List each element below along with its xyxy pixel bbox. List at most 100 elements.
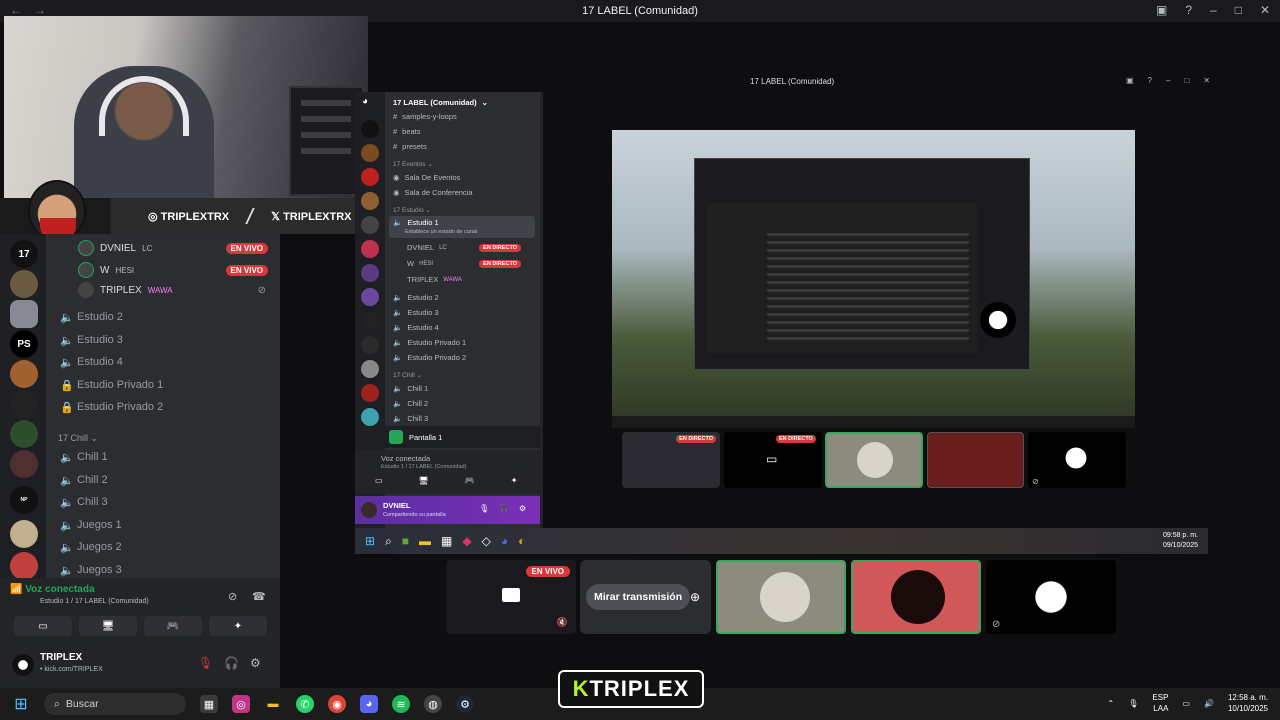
screen-share-icon[interactable]: 🖥 [419,476,429,485]
channel-estudio-3[interactable]: 🔈 Estudio 3 [393,308,439,317]
channel-chill-2[interactable]: 🔈 Chill 2 [393,399,428,408]
camera-button[interactable]: ▭ [14,616,72,636]
mic-icon[interactable]: 🎙 [479,504,489,513]
channel-estudio-2[interactable]: 🔈 Estudio 2 [393,293,439,302]
watch-stream-button[interactable]: Mirar transmisión [586,584,691,610]
screen-share-button[interactable]: 🖥 [79,616,137,636]
user-avatar[interactable] [361,502,377,518]
channel-chill-3[interactable]: 🔈 Chill 3 [60,492,108,512]
instagram-icon[interactable]: ◎ [232,695,250,713]
soundboard-button[interactable]: ✦ [209,616,267,636]
channel-estudio-4[interactable]: 🔈 Estudio 4 [60,352,123,372]
channel-chill-1[interactable]: 🔈 Chill 1 [60,447,108,467]
inner-voice-user-dvniel[interactable]: DVNIEL LC EN DIRECTO [407,243,527,252]
maximize-icon[interactable]: □ [1235,3,1242,17]
inbox-icon[interactable]: ▣ [1156,3,1167,17]
whatsapp-icon[interactable]: ✆ [296,695,314,713]
noise-suppression-icon[interactable]: ⊘ [228,590,237,603]
minimize-icon[interactable]: – [1166,76,1170,85]
steam-icon[interactable]: ⚙ [456,695,474,713]
discord-icon[interactable]: ◕ [360,695,378,713]
bottom-tile-dvniel[interactable] [716,560,846,634]
server-icon[interactable] [361,120,379,138]
channel-status[interactable]: Establece un estado de canal [405,229,477,235]
soundboard-icon[interactable]: ✦ [511,476,518,485]
channel-juegos-2[interactable]: 🔈 Juegos 2 [60,537,122,557]
voice-user-dvniel[interactable]: DVNIEL LC EN VIVO [78,238,278,258]
channel-chill-1[interactable]: 🔈 Chill 1 [393,384,428,393]
participant-tile-stream[interactable]: EN DIRECTO [622,432,720,488]
folder-icon[interactable]: ▬ [419,534,431,548]
activities-button[interactable]: 🎮 [144,616,202,636]
close-icon[interactable]: ✕ [1260,3,1270,17]
minimize-icon[interactable]: – [1210,3,1217,17]
channel-estudio-1[interactable]: 🔈 Estudio 1 [393,218,439,227]
server-icon[interactable] [361,168,379,186]
minecraft-icon[interactable]: ■ [402,534,409,548]
maximize-icon[interactable]: □ [1184,76,1189,85]
voice-user-w[interactable]: W HESI EN VIVO [78,260,278,280]
voice-user-triplex[interactable]: TRIPLEX WAWA ⊘ [78,280,278,300]
channel-juegos-1[interactable]: 🔈 Juegos 1 [60,515,122,535]
server-icon-5[interactable] [10,360,38,388]
inbox-icon[interactable]: ▣ [1126,76,1134,85]
participant-tile-triplex[interactable]: ⊘ [1028,432,1126,488]
server-icon[interactable] [361,408,379,426]
discord-icon[interactable]: ◕ [501,534,508,548]
taskbar-clock[interactable]: 12:58 a. m. 10/10/2025 [1228,692,1268,714]
voice-channel-path[interactable]: Estudio 1 / 17 LABEL (Comunidad) [40,598,149,605]
taskbar-search[interactable]: ⌕ Buscar [44,693,186,715]
server-icon-6[interactable] [10,390,38,418]
inner-voice-path[interactable]: Estudio 1 / 17 LABEL (Comunidad) [381,464,466,470]
channel-estudio-privado-1[interactable]: 🔈 Estudio Privado 1 [393,338,466,347]
help-icon[interactable]: ? [1185,3,1192,17]
server-icon-9[interactable]: NP [10,486,38,514]
channel-estudio-2[interactable]: 🔈 Estudio 2 [60,307,123,327]
server-icon[interactable] [361,240,379,258]
search-icon[interactable]: ⌕ [385,534,392,549]
app-icon[interactable]: ◐ [518,534,525,548]
channel-chill-3[interactable]: 🔈 Chill 3 [393,414,428,423]
participant-tile-w[interactable] [927,432,1024,488]
mic-muted-icon[interactable]: 🎙 [198,656,213,670]
language-indicator[interactable]: ESP LAA [1152,692,1168,714]
category-estudio[interactable]: 17 Estudio ⌄ [393,206,431,214]
settings-gear-icon[interactable]: ⚙ [519,504,526,513]
server-icon[interactable] [361,360,379,378]
bottom-tile-triplex[interactable]: ⊘ [986,560,1116,634]
volume-icon[interactable]: 🔊 [1204,699,1214,708]
windows-start-icon[interactable]: ⊞ [365,534,375,548]
settings-gear-icon[interactable]: ⚙ [250,656,261,670]
channel-estudio-privado-2[interactable]: 🔒 Estudio Privado 2 [60,397,163,417]
channel-presets[interactable]: # presets [393,142,427,151]
inner-voice-user-triplex[interactable]: TRIPLEX WAWA [407,275,462,284]
server-icon-7[interactable] [10,420,38,448]
channel-juegos-3[interactable]: 🔈 Juegos 3 [60,560,122,580]
channel-estudio-3[interactable]: 🔈 Estudio 3 [60,330,123,350]
bottom-tile-stream[interactable]: EN VIVO 🔇 [446,560,576,634]
app-icon[interactable]: ◇ [482,534,491,548]
headphones-icon[interactable]: 🎧 [499,504,509,513]
channel-sala-conferencia[interactable]: ◉ Sala de Conferencia [393,188,473,197]
server-icon[interactable] [361,264,379,282]
channel-estudio-privado-1[interactable]: 🔒 Estudio Privado 1 [60,375,163,395]
spotify-icon[interactable]: ≋ [392,695,410,713]
server-icon[interactable] [361,144,379,162]
obs-icon[interactable]: ◍ [424,695,442,713]
disconnect-icon[interactable]: ☎ [252,590,266,603]
server-icon-3[interactable] [10,300,38,328]
channel-beats[interactable]: # beats [393,127,421,136]
server-icon-8[interactable] [10,450,38,478]
windows-start-icon[interactable]: ⊞ [12,695,30,713]
close-icon[interactable]: ✕ [1203,76,1210,85]
inner-voice-user-w[interactable]: W HESI EN DIRECTO [407,259,527,268]
channel-sala-eventos[interactable]: ◉ Sala De Eventos [393,173,460,182]
app-icon[interactable]: ◆ [462,534,471,548]
category-chill[interactable]: 17 Chill ⌄ [393,371,422,379]
server-icon[interactable] [361,384,379,402]
camera-off-icon[interactable]: ▭ [375,476,383,485]
volume-muted-icon[interactable]: 🔇 [557,617,568,628]
server-icon-10[interactable] [10,520,38,548]
server-icon[interactable] [361,336,379,354]
category-chill[interactable]: 17 Chill ⌄ [58,433,98,444]
